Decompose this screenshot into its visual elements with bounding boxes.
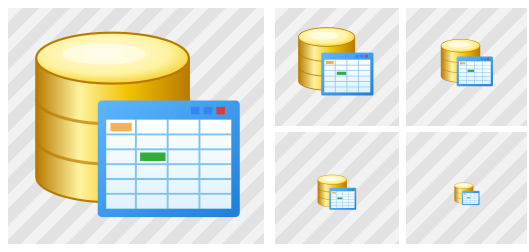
- database-table-view-icon: [454, 182, 480, 206]
- icon-preview-sheet: [0, 0, 529, 252]
- database-table-view-icon: [440, 38, 494, 88]
- preview-tile-small: [406, 8, 527, 126]
- preview-tile-medium: [275, 8, 399, 126]
- preview-tile-tiny: [406, 132, 527, 244]
- database-table-view-icon: [317, 174, 357, 211]
- preview-tile-smaller: [275, 132, 399, 244]
- database-table-view-icon: [297, 26, 375, 98]
- database-table-view-icon: [32, 28, 244, 224]
- preview-tile-large: [8, 8, 264, 244]
